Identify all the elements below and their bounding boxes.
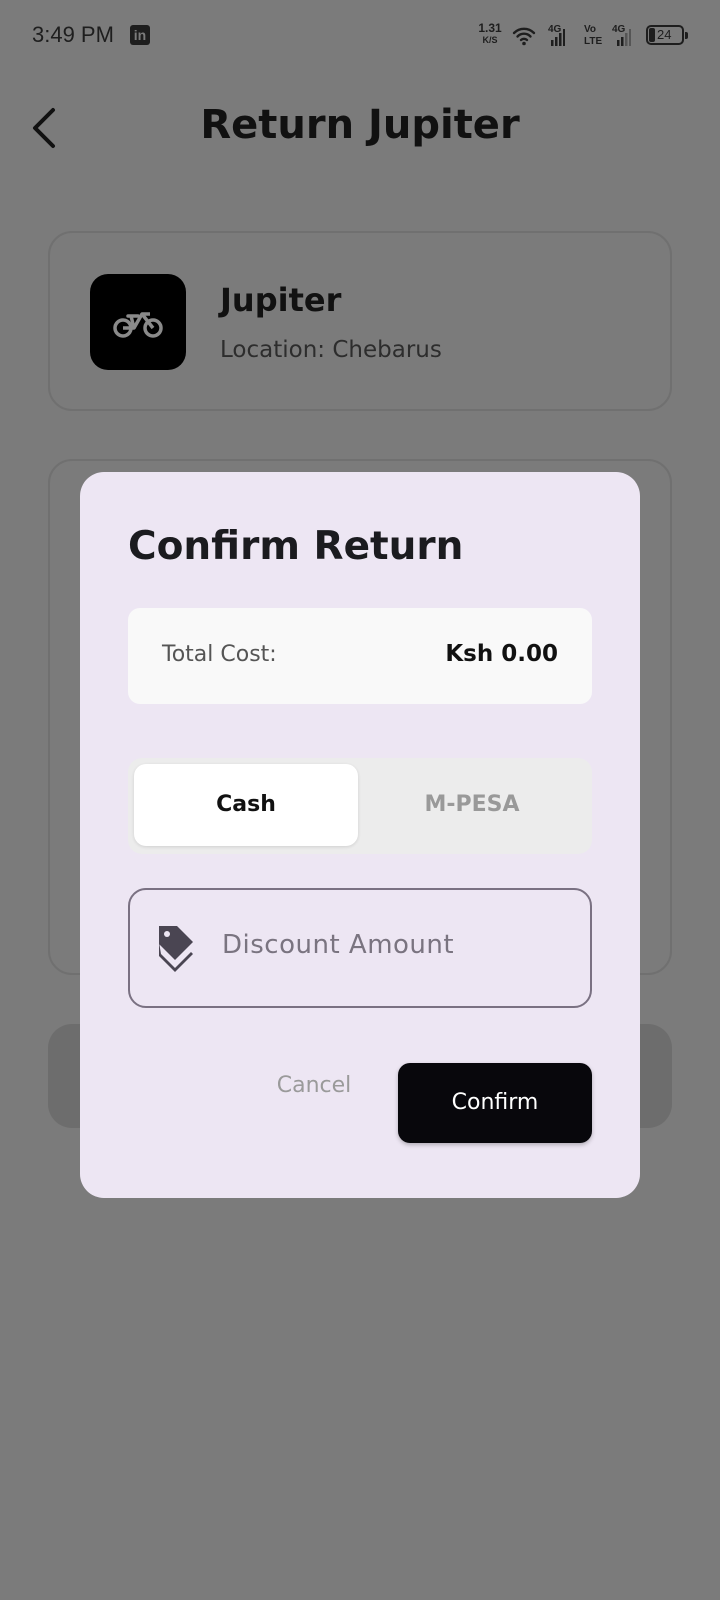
vehicle-location: Location: Chebarus (220, 337, 442, 363)
price-tag-icon (159, 926, 193, 972)
battery-icon: 24 (646, 25, 688, 45)
discount-input[interactable] (222, 930, 562, 960)
confirm-button[interactable]: Confirm (398, 1063, 592, 1143)
vehicle-name: Jupiter (220, 281, 342, 319)
payment-option-cash[interactable]: Cash (134, 764, 358, 846)
vehicle-icon-tile (90, 274, 186, 370)
page-title: Return Jupiter (200, 102, 520, 148)
network-speed-unit: K/S (482, 35, 498, 45)
status-time: 3:49 PM (32, 22, 114, 47)
signal-1-icon (551, 29, 565, 46)
signal-2-icon (617, 29, 631, 46)
scooter-icon (113, 312, 163, 338)
network-speed: 1.31 K/S (476, 21, 504, 46)
total-cost-label: Total Cost: (162, 642, 277, 667)
dialog-title: Confirm Return (128, 524, 464, 569)
wifi-icon (512, 27, 536, 46)
total-cost-value: Ksh 0.00 (445, 641, 558, 667)
payment-method-toggle: Cash M-PESA (128, 758, 592, 854)
battery-level: 24 (657, 27, 672, 42)
cancel-button[interactable]: Cancel (258, 1066, 370, 1106)
total-cost-box: Total Cost: Ksh 0.00 (128, 608, 592, 704)
linkedin-icon: in (130, 25, 150, 45)
payment-option-mpesa[interactable]: M-PESA (360, 764, 584, 846)
network-speed-value: 1.31 (478, 21, 502, 35)
vehicle-card: Jupiter Location: Chebarus (48, 231, 672, 411)
confirm-return-dialog: Confirm Return Total Cost: Ksh 0.00 Cash… (80, 472, 640, 1198)
volte-label-top: Vo (584, 24, 597, 35)
volte-label-bottom: LTE (584, 36, 603, 47)
discount-field[interactable] (128, 888, 592, 1008)
status-bar: 3:49 PM in 1.31 K/S 4G Vo LTE 4G 24 (0, 0, 720, 72)
